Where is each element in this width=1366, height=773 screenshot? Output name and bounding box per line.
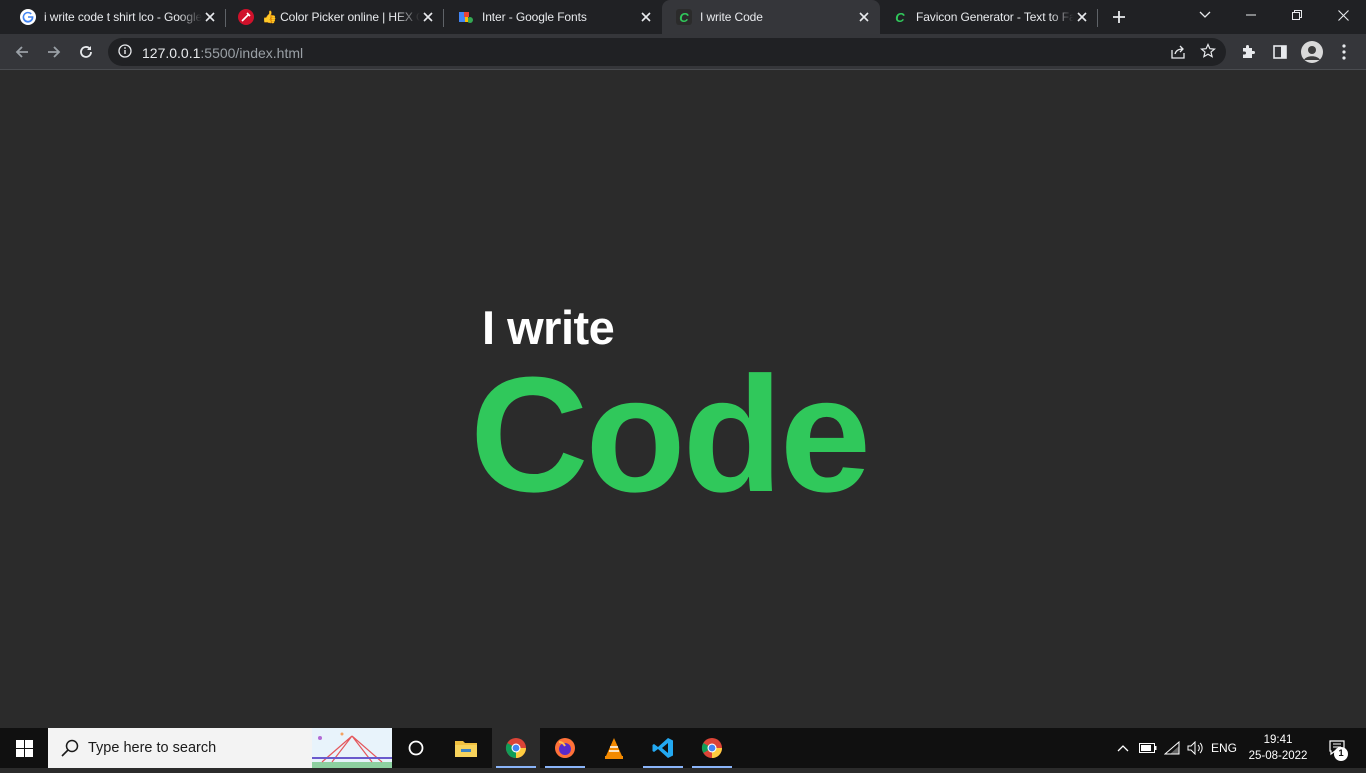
info-icon[interactable]	[118, 44, 132, 63]
windows-taskbar: Type here to search ENG 19:41 25-08-2022…	[0, 728, 1366, 768]
taskbar-vscode[interactable]	[639, 728, 687, 768]
url-host: 127.0.0.1	[142, 45, 201, 61]
chevron-up-icon	[1117, 745, 1129, 752]
url-path: :5500/index.html	[200, 45, 304, 61]
google-g-icon	[20, 9, 36, 25]
volume-button[interactable]	[1184, 728, 1208, 768]
tab-favicon-generator[interactable]: C Favicon Generator - Text to Fa	[880, 0, 1098, 34]
hero-line-2: Code	[470, 343, 871, 526]
tab-title: 👍 Color Picker online | HEX C	[262, 10, 420, 24]
battery-button[interactable]	[1136, 728, 1160, 768]
back-button[interactable]	[8, 38, 36, 66]
close-icon	[1337, 9, 1349, 21]
vscode-icon	[652, 738, 673, 758]
file-explorer-icon	[455, 741, 477, 757]
chrome-icon	[701, 738, 722, 758]
taskbar-vlc[interactable]	[590, 728, 638, 768]
taskbar-chrome-active[interactable]	[492, 728, 540, 768]
chrome-icon	[505, 738, 526, 759]
arrow-right-icon	[48, 46, 61, 58]
language-label: ENG	[1210, 741, 1237, 755]
cortana-button[interactable]	[394, 728, 438, 768]
url-text: 127.0.0.1:5500/index.html	[142, 45, 303, 61]
c-letter-icon: C	[676, 9, 692, 25]
tab-title: I write Code	[700, 10, 763, 24]
address-bar[interactable]: 127.0.0.1:5500/index.html	[108, 38, 1226, 66]
tab-title: Favicon Generator - Text to Fa	[916, 10, 1074, 24]
taskbar-chrome[interactable]	[688, 728, 736, 768]
clock-date: 25-08-2022	[1248, 750, 1308, 762]
start-button[interactable]	[0, 728, 48, 768]
search-placeholder: Type here to search	[88, 740, 217, 756]
close-icon[interactable]	[1074, 9, 1090, 25]
share-icon[interactable]	[1170, 44, 1186, 65]
speaker-icon	[1187, 741, 1203, 755]
tab-color-picker[interactable]: 👍 Color Picker online | HEX C	[226, 0, 444, 34]
page-viewport: I write Code	[0, 71, 1366, 728]
browser-toolbar: 127.0.0.1:5500/index.html	[0, 34, 1366, 70]
minimize-button[interactable]	[1228, 0, 1274, 30]
tab-google-search[interactable]: i write code t shirt lco - Google	[0, 0, 226, 34]
restore-icon	[1292, 10, 1302, 20]
battery-icon	[1139, 743, 1157, 753]
side-panel-button[interactable]	[1266, 38, 1294, 66]
avatar-icon	[1301, 41, 1323, 63]
c-letter-icon: C	[892, 9, 908, 25]
taskbar-firefox[interactable]	[541, 728, 589, 768]
clock-time: 19:41	[1263, 734, 1293, 746]
menu-button[interactable]	[1330, 38, 1358, 66]
tab-search-button[interactable]	[1182, 0, 1228, 30]
input-language-button[interactable]: ENG	[1208, 728, 1240, 768]
search-highlight-illustration	[312, 728, 392, 768]
vlc-icon	[605, 738, 623, 759]
google-fonts-icon	[458, 9, 474, 25]
cortana-circle-icon	[408, 740, 424, 756]
action-center-button[interactable]: 1	[1318, 728, 1358, 768]
extensions-button[interactable]	[1234, 38, 1262, 66]
svg-text:C: C	[895, 10, 905, 25]
reload-button[interactable]	[72, 38, 100, 66]
tab-divider	[1097, 9, 1098, 27]
forward-button[interactable]	[40, 38, 68, 66]
show-hidden-icons-button[interactable]	[1112, 728, 1134, 768]
wifi-icon	[1164, 741, 1180, 755]
new-tab-button[interactable]	[1108, 6, 1130, 28]
chevron-down-icon	[1199, 11, 1211, 18]
tab-i-write-code[interactable]: C I write Code	[662, 0, 880, 34]
profile-avatar[interactable]	[1298, 38, 1326, 66]
star-icon[interactable]	[1200, 43, 1216, 64]
notification-badge: 1	[1334, 747, 1348, 761]
color-picker-icon	[238, 9, 254, 25]
close-window-button[interactable]	[1320, 0, 1366, 30]
tab-title: Inter - Google Fonts	[482, 10, 587, 24]
close-icon[interactable]	[420, 9, 436, 25]
taskbar-file-explorer[interactable]	[443, 728, 489, 768]
taskbar-search-box[interactable]: Type here to search	[48, 728, 392, 768]
tab-strip: i write code t shirt lco - Google 👍 Colo…	[0, 0, 1366, 34]
tab-inter-google-fonts[interactable]: Inter - Google Fonts	[444, 0, 662, 34]
restore-button[interactable]	[1274, 0, 1320, 30]
reload-icon	[80, 46, 92, 58]
kebab-menu-icon	[1342, 44, 1346, 60]
minimize-icon	[1246, 14, 1256, 16]
close-icon[interactable]	[202, 9, 218, 25]
arrow-left-icon	[15, 46, 28, 58]
network-button[interactable]	[1160, 728, 1184, 768]
clock-button[interactable]: 19:41 25-08-2022	[1240, 732, 1316, 764]
firefox-icon	[555, 738, 575, 758]
close-icon[interactable]	[856, 9, 872, 25]
side-panel-icon	[1273, 45, 1287, 59]
puzzle-icon	[1243, 45, 1255, 58]
plus-icon	[1113, 11, 1125, 23]
search-icon	[61, 739, 79, 762]
windows-logo-icon	[15, 739, 33, 757]
svg-text:C: C	[679, 10, 689, 25]
tab-title: i write code t shirt lco - Google	[44, 10, 202, 24]
close-icon[interactable]	[638, 9, 654, 25]
